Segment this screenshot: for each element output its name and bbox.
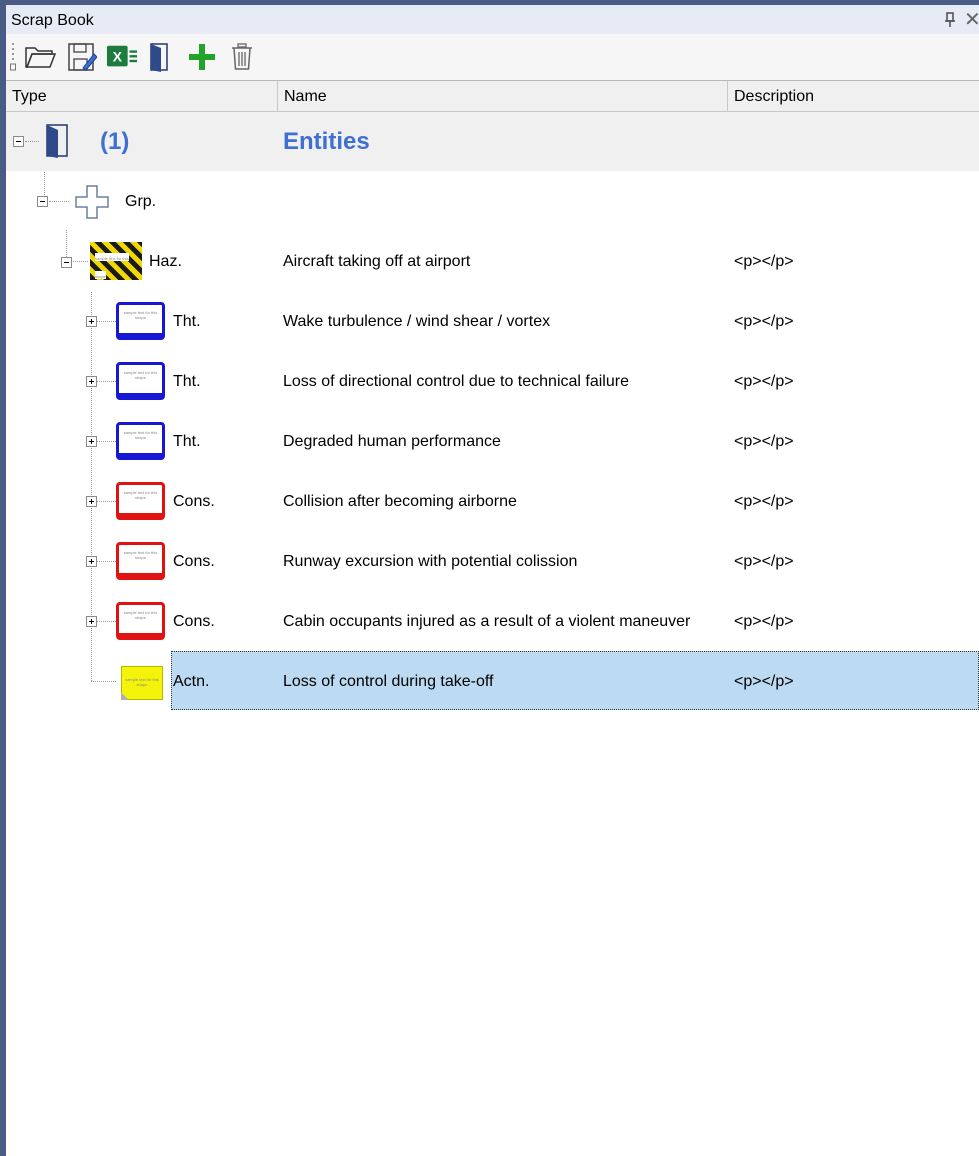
tree-root-row[interactable] xyxy=(6,112,979,171)
tree-row-group[interactable]: Grp. xyxy=(6,172,979,232)
tree-row-consequence[interactable]: sample text for this shape Cons. Cabin o… xyxy=(6,592,979,652)
description-cell: <p></p> xyxy=(734,373,794,390)
door-icon[interactable] xyxy=(144,41,176,73)
collapse-toggle[interactable] xyxy=(37,196,48,207)
entities-title: Entities xyxy=(283,128,370,155)
expand-toggle[interactable] xyxy=(86,316,97,327)
column-header-description[interactable]: Description xyxy=(728,81,979,111)
trash-icon[interactable] xyxy=(226,41,258,73)
toolbar-grip-icon[interactable] xyxy=(10,40,16,72)
description-cell: <p></p> xyxy=(734,433,794,450)
save-icon[interactable] xyxy=(66,41,98,73)
column-header-type[interactable]: Type xyxy=(6,81,278,111)
scrapbook-tree: (1) Entities Grp. sample text for this s… xyxy=(6,112,979,1156)
panel-title: Scrap Book xyxy=(11,12,94,29)
description-cell: <p></p> xyxy=(734,253,794,270)
type-cell: Tht. xyxy=(173,373,201,390)
consequence-shape-icon: sample text for this shape xyxy=(116,602,165,640)
entities-count: (1) xyxy=(100,128,130,155)
column-header-name[interactable]: Name xyxy=(278,81,728,111)
threat-shape-icon: sample text for this shape xyxy=(116,422,165,460)
add-icon[interactable] xyxy=(186,41,218,73)
entities-door-icon xyxy=(44,124,70,163)
close-icon[interactable]: ✕ xyxy=(964,10,979,30)
svg-text:X: X xyxy=(113,49,123,65)
type-cell: Grp. xyxy=(125,193,157,210)
tree-row-consequence[interactable]: sample text for this shape Cons. Runway … xyxy=(6,532,979,592)
expand-toggle[interactable] xyxy=(86,496,97,507)
tree-row-threat[interactable]: sample text for this shape Tht. Degraded… xyxy=(6,412,979,472)
threat-shape-icon: sample text for this shape xyxy=(116,302,165,340)
type-cell: Tht. xyxy=(173,433,201,450)
toolbar: X xyxy=(6,34,979,81)
name-cell: Wake turbulence / wind shear / vortex xyxy=(283,313,551,330)
tree-row-action-selected[interactable]: sample text for this shape Actn. Loss of… xyxy=(6,652,979,712)
name-cell: Runway excursion with potential colissio… xyxy=(283,553,578,570)
description-cell: <p></p> xyxy=(734,553,794,570)
panel-titlebar: Scrap Book ✕ xyxy=(6,5,979,34)
expand-toggle[interactable] xyxy=(86,376,97,387)
threat-shape-icon: sample text for this shape xyxy=(116,362,165,400)
name-cell: Loss of control during take-off xyxy=(283,673,494,690)
tree-row-consequence[interactable]: sample text for this shape Cons. Collisi… xyxy=(6,472,979,532)
excel-export-icon[interactable]: X xyxy=(106,41,138,73)
name-cell: Loss of directional control due to techn… xyxy=(283,373,629,390)
type-cell: Actn. xyxy=(173,673,210,690)
description-cell: <p></p> xyxy=(734,313,794,330)
pin-icon[interactable] xyxy=(942,11,958,29)
tree-row-threat[interactable]: sample text for this shape Tht. Wake tur… xyxy=(6,292,979,352)
expand-toggle[interactable] xyxy=(86,616,97,627)
consequence-shape-icon: sample text for this shape xyxy=(116,542,165,580)
expand-toggle[interactable] xyxy=(86,556,97,567)
type-cell: Haz. xyxy=(149,253,182,270)
name-cell: Aircraft taking off at airport xyxy=(283,253,471,270)
expand-toggle[interactable] xyxy=(86,436,97,447)
name-cell: Collision after becoming airborne xyxy=(283,493,517,510)
hazard-shape-icon: sample text for this shape xyxy=(90,242,142,280)
tree-row-hazard[interactable]: sample text for this shape Haz. Aircraft… xyxy=(6,232,979,292)
column-header-row: Type Name Description xyxy=(6,81,979,112)
description-cell: <p></p> xyxy=(734,673,794,690)
tree-row-threat[interactable]: sample text for this shape Tht. Loss of … xyxy=(6,352,979,412)
tree-connector xyxy=(25,141,39,142)
open-folder-icon[interactable] xyxy=(24,41,56,73)
type-cell: Tht. xyxy=(173,313,201,330)
type-cell: Cons. xyxy=(173,613,215,630)
name-cell: Cabin occupants injured as a result of a… xyxy=(283,613,691,630)
group-cross-icon xyxy=(75,185,109,224)
action-shape-icon: sample text for this shape xyxy=(121,666,163,700)
name-cell: Degraded human performance xyxy=(283,433,501,450)
collapse-toggle[interactable] xyxy=(61,257,72,268)
consequence-shape-icon: sample text for this shape xyxy=(116,482,165,520)
description-cell: <p></p> xyxy=(734,493,794,510)
description-cell: <p></p> xyxy=(734,613,794,630)
collapse-toggle[interactable] xyxy=(13,136,24,147)
type-cell: Cons. xyxy=(173,493,215,510)
type-cell: Cons. xyxy=(173,553,215,570)
